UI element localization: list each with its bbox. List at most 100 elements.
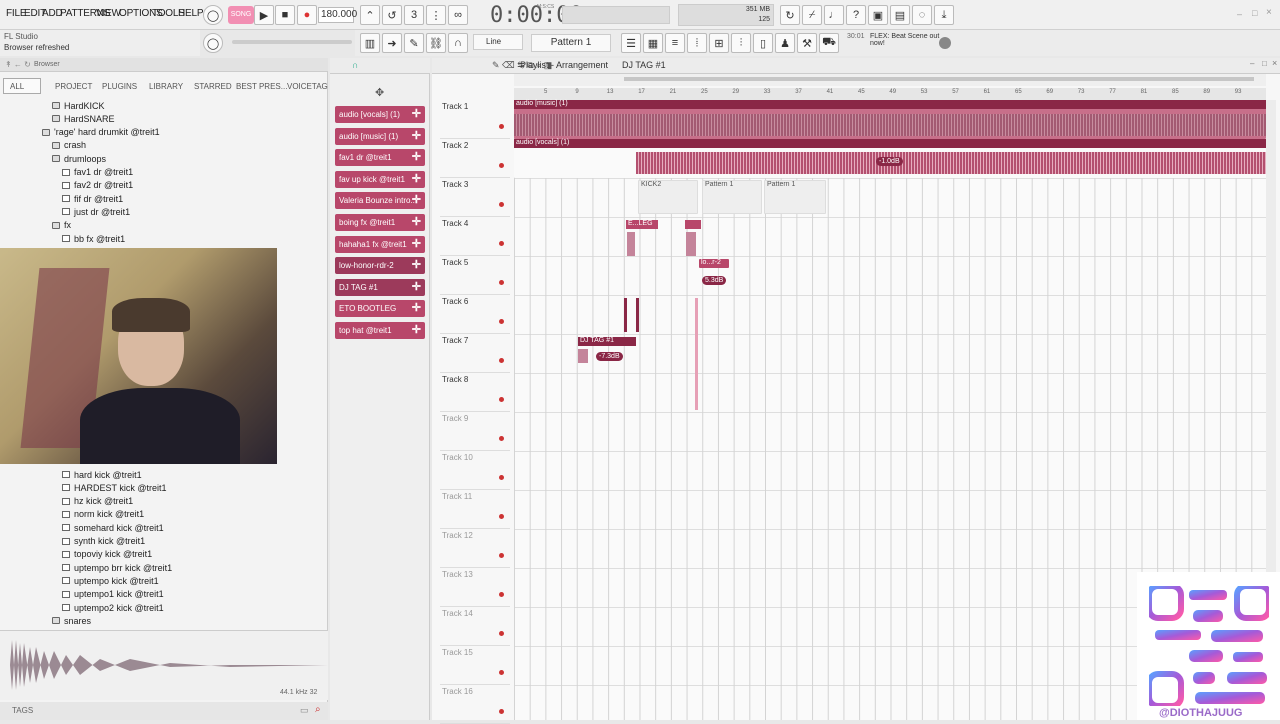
browser-file[interactable]: just dr @treit1 xyxy=(62,205,130,218)
channel-button[interactable]: DJ TAG #1 ✛ xyxy=(335,278,425,296)
wait-icon[interactable]: ↺ xyxy=(382,5,402,25)
track-mute-icon[interactable] xyxy=(499,124,504,129)
browser-file[interactable]: somehard kick @treit1 xyxy=(62,521,164,534)
playlist-minimize-icon[interactable]: – xyxy=(1250,59,1254,68)
track-header[interactable]: Track 1 xyxy=(440,100,510,139)
clip-track4-b[interactable] xyxy=(685,220,701,258)
arrow-icon[interactable]: ➜ xyxy=(382,33,402,53)
track-header[interactable]: Track 15 xyxy=(440,646,510,685)
clip-kick2[interactable]: KICK2 xyxy=(638,180,698,214)
browser-file[interactable]: fav2 dr @treit1 xyxy=(62,179,133,192)
stop-button[interactable]: ■ xyxy=(275,5,295,25)
channel-add-icon[interactable]: ✛ xyxy=(412,323,421,336)
mixer-window-icon[interactable]: ≡ xyxy=(665,33,685,53)
channel-add-icon[interactable]: ✛ xyxy=(412,193,421,206)
channel-add-icon[interactable]: ✛ xyxy=(412,280,421,293)
channel-button[interactable]: audio [vocals] (1) ✛ xyxy=(335,106,425,123)
eq-icon[interactable]: ⦙ xyxy=(687,33,707,53)
clipboard-icon[interactable]: ▯ xyxy=(753,33,773,53)
pattern-select[interactable]: Pattern 1 xyxy=(531,34,611,52)
browser-file[interactable]: synth kick @treit1 xyxy=(62,535,145,548)
chat-icon[interactable]: ◌ xyxy=(912,5,932,25)
overview-bar[interactable] xyxy=(514,74,1266,86)
channel-button[interactable]: Valeria Bounze intro... ✛ xyxy=(335,192,425,210)
save-icon[interactable]: ▣ xyxy=(868,5,888,25)
master-pitch-slider[interactable] xyxy=(232,40,352,44)
channel-add-icon[interactable]: ✛ xyxy=(412,129,421,142)
clip-pattern-1b[interactable]: Pattern 1 xyxy=(764,180,826,214)
clip-slice-c[interactable] xyxy=(695,298,698,410)
browser-tab-1[interactable]: PROJECT xyxy=(55,82,92,91)
browser-file[interactable]: norm kick @treit1 xyxy=(62,508,144,521)
folder-icon[interactable]: ▭ xyxy=(300,705,309,716)
piano-roll-icon[interactable]: ⊞ xyxy=(709,33,729,53)
channel-button[interactable]: low-honor-rdr-2 ✛ xyxy=(335,257,425,275)
clip-pattern-1a[interactable]: Pattern 1 xyxy=(702,180,762,214)
countdown-icon[interactable]: 3 xyxy=(404,5,424,25)
playlist-pattern[interactable]: DJ TAG #1 xyxy=(622,60,666,70)
help-icon[interactable]: ? xyxy=(846,5,866,25)
browser-file[interactable]: topoviy kick @treit1 xyxy=(62,548,152,561)
track-mute-icon[interactable] xyxy=(499,202,504,207)
track-mute-icon[interactable] xyxy=(499,592,504,597)
lo-volume[interactable]: 5.3dB xyxy=(702,276,727,285)
channel-button[interactable]: top hat @treit1 ✛ xyxy=(335,322,425,339)
browser-folder[interactable]: HardSNARE xyxy=(52,112,115,125)
browser-file[interactable]: uptempo1 kick @treit1 xyxy=(62,588,164,601)
track-header[interactable]: Track 9 xyxy=(440,412,510,451)
track-header[interactable]: Track 6 xyxy=(440,295,510,334)
track-mute-icon[interactable] xyxy=(499,319,504,324)
channel-button[interactable]: audio [music] (1) ✛ xyxy=(335,127,425,145)
wrench-icon[interactable]: ⚒ xyxy=(797,33,817,53)
browser-folder[interactable]: fx xyxy=(52,219,71,232)
song-mode-toggle[interactable]: SONG xyxy=(228,6,254,24)
track-header[interactable]: Track 3 xyxy=(440,178,510,217)
menu-view[interactable]: VIEW xyxy=(96,8,121,19)
track-header[interactable]: Track 12 xyxy=(440,529,510,568)
track-mute-icon[interactable] xyxy=(499,358,504,363)
channel-button[interactable]: boing fx @treit1 ✛ xyxy=(335,214,425,231)
browser-folder[interactable]: 'rage' hard drumkit @treit1 xyxy=(42,126,160,139)
track-mute-icon[interactable] xyxy=(499,631,504,636)
tempo-display[interactable]: 180.000 xyxy=(318,7,357,23)
cart-icon[interactable]: ⛟ xyxy=(819,33,839,53)
track-header[interactable]: Track 14 xyxy=(440,607,510,646)
clip-audio-music[interactable]: audio [music] (1) xyxy=(514,100,1266,139)
track-mute-icon[interactable] xyxy=(499,670,504,675)
channel-add-icon[interactable]: ✛ xyxy=(412,258,421,271)
browser-tab-5[interactable]: BEST PRES... xyxy=(236,82,287,91)
browser-tab-0[interactable]: ALL xyxy=(10,82,24,91)
clip-slice-b[interactable] xyxy=(636,298,639,332)
channel-add-icon[interactable]: ✛ xyxy=(412,107,421,120)
browser-tab-4[interactable]: STARRED xyxy=(194,82,232,91)
clip-lo[interactable]: lo...r-2 xyxy=(699,259,729,268)
track-mute-icon[interactable] xyxy=(499,553,504,558)
plug-icon[interactable]: ♟ xyxy=(775,33,795,53)
link-icon[interactable]: ⛓ xyxy=(426,33,446,53)
channel-rack-icon[interactable]: ▦ xyxy=(643,33,663,53)
channel-button[interactable]: ETO BOOTLEG ✛ xyxy=(335,300,425,318)
vocals-volume[interactable]: -1.0dB xyxy=(876,157,903,166)
plugin-icon[interactable]: ▤ xyxy=(890,5,910,25)
browser-file[interactable]: uptempo2 kick @treit1 xyxy=(62,601,164,614)
maximize-icon[interactable]: □ xyxy=(1252,8,1257,18)
browser-tab-2[interactable]: PLUGINS xyxy=(102,82,137,91)
browser-file[interactable]: uptempo brr kick @treit1 xyxy=(62,561,172,574)
playlist-close-icon[interactable]: × xyxy=(1272,58,1277,68)
djtag-volume[interactable]: -7.3dB xyxy=(596,352,623,361)
browser-folder[interactable]: crash xyxy=(52,139,86,152)
browser-file[interactable]: fif dr @treit1 xyxy=(62,192,123,205)
track-header[interactable]: Track 4 xyxy=(440,217,510,256)
track-header[interactable]: Track 10 xyxy=(440,451,510,490)
magnet-icon[interactable]: ∩ xyxy=(448,33,468,53)
browser-file[interactable]: bb fx @treit1 xyxy=(62,232,125,245)
undo-icon[interactable]: ↻ xyxy=(780,5,800,25)
browser-tab-3[interactable]: LIBRARY xyxy=(149,82,183,91)
channel-add-icon[interactable]: ✛ xyxy=(412,237,421,250)
track-header[interactable]: Track 7 xyxy=(440,334,510,373)
clip-eto[interactable]: E...LEG xyxy=(626,220,658,258)
overview-thumb[interactable] xyxy=(624,77,1254,81)
track-header[interactable]: Track 13 xyxy=(440,568,510,607)
mixer-icon[interactable]: ⌿ xyxy=(802,5,822,25)
track-mute-icon[interactable] xyxy=(499,514,504,519)
